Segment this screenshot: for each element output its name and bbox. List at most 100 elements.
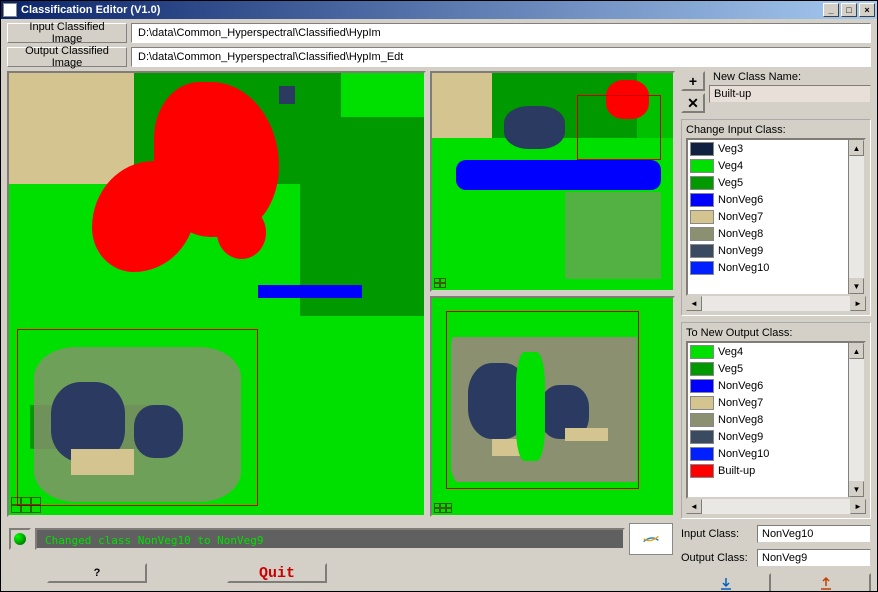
class-color-swatch — [690, 159, 714, 173]
class-color-swatch — [690, 261, 714, 275]
class-list-item[interactable]: NonVeg9 — [688, 428, 848, 445]
input-class-title: Change Input Class: — [686, 124, 866, 136]
class-list-item[interactable]: NonVeg7 — [688, 394, 848, 411]
class-name-label: NonVeg6 — [718, 380, 763, 392]
class-name-label: NonVeg10 — [718, 448, 769, 460]
output-class-panel: To New Output Class: Veg4 Veg5 NonVeg6 NonV… — [681, 322, 871, 519]
action-row — [681, 573, 871, 591]
nav-grid-icon — [434, 503, 452, 513]
undo-button[interactable] — [781, 573, 871, 591]
class-name-label: NonVeg8 — [718, 228, 763, 240]
minimize-button[interactable]: _ — [823, 3, 839, 17]
class-list-item[interactable]: Veg4 — [688, 343, 848, 360]
scroll-up-icon[interactable]: ▲ — [849, 343, 864, 359]
scrollbar-horizontal[interactable]: ◄► — [686, 498, 866, 514]
class-list-item[interactable]: NonVeg7 — [688, 208, 848, 225]
class-color-swatch — [690, 379, 714, 393]
add-class-button[interactable]: + — [681, 71, 705, 91]
class-color-swatch — [690, 193, 714, 207]
scrollbar-vertical[interactable]: ▲▼ — [848, 140, 864, 294]
class-name-label: NonVeg7 — [718, 211, 763, 223]
input-path-field[interactable]: D:\data\Common_Hyperspectral\Classified\… — [131, 23, 871, 43]
scroll-left-icon[interactable]: ◄ — [686, 499, 702, 514]
undo-icon — [818, 576, 834, 591]
output-class-field[interactable]: NonVeg9 — [757, 549, 871, 567]
class-list-item[interactable]: Veg3 — [688, 140, 848, 157]
class-list-item[interactable]: NonVeg10 — [688, 259, 848, 276]
class-name-label: NonVeg9 — [718, 245, 763, 257]
new-class-box: New Class Name: Built-up — [709, 71, 871, 103]
nav-grid-icon — [434, 278, 446, 288]
input-path-row: Input Classified Image D:\data\Common_Hy… — [1, 19, 877, 47]
quit-button[interactable]: Quit — [227, 563, 327, 583]
output-path-field[interactable]: D:\data\Common_Hyperspectral\Classified\… — [131, 47, 871, 67]
close-button[interactable]: × — [859, 3, 875, 17]
preview-column — [430, 71, 675, 517]
scroll-right-icon[interactable]: ► — [850, 499, 866, 514]
scroll-down-icon[interactable]: ▼ — [849, 481, 864, 497]
output-class-list: Veg4 Veg5 NonVeg6 NonVeg7 NonVeg8 NonVeg9 NonV… — [686, 341, 866, 499]
status-row: Changed class NonVeg10 to NonVeg9 — [7, 521, 675, 557]
class-editor-column: + ✕ New Class Name: Built-up Change Inpu… — [681, 71, 871, 585]
swoosh-icon — [643, 531, 659, 547]
class-name-label: NonVeg8 — [718, 414, 763, 426]
class-list-item[interactable]: NonVeg10 — [688, 445, 848, 462]
class-name-label: Veg3 — [718, 143, 743, 155]
help-button[interactable]: ? — [47, 563, 147, 583]
class-name-label: NonVeg7 — [718, 397, 763, 409]
class-list-item[interactable]: Veg4 — [688, 157, 848, 174]
class-list-item[interactable]: NonVeg6 — [688, 191, 848, 208]
class-name-label: NonVeg6 — [718, 194, 763, 206]
main-classified-view[interactable] — [7, 71, 426, 517]
zoom-image-view[interactable] — [430, 296, 675, 517]
input-class-field[interactable]: NonVeg10 — [757, 525, 871, 543]
class-list-item[interactable]: Veg5 — [688, 360, 848, 377]
output-class-label: Output Class: — [681, 552, 751, 564]
output-class-title: To New Output Class: — [686, 327, 866, 339]
class-list-item[interactable]: NonVeg8 — [688, 411, 848, 428]
new-class-row: + ✕ New Class Name: Built-up — [681, 71, 871, 113]
status-message: Changed class NonVeg10 to NonVeg9 — [35, 528, 625, 550]
new-class-input[interactable]: Built-up — [709, 85, 871, 103]
maximize-button[interactable]: □ — [841, 3, 857, 17]
overview-image-view[interactable] — [430, 71, 675, 292]
class-color-swatch — [690, 413, 714, 427]
class-color-swatch — [690, 447, 714, 461]
class-color-swatch — [690, 345, 714, 359]
zoom-map — [432, 298, 673, 515]
input-class-label: Input Class: — [681, 528, 751, 540]
apply-button[interactable] — [681, 573, 771, 591]
scroll-left-icon[interactable]: ◄ — [686, 296, 702, 311]
scrollbar-horizontal[interactable]: ◄► — [686, 295, 866, 311]
class-name-label: Veg5 — [718, 363, 743, 375]
class-color-swatch — [690, 244, 714, 258]
class-list-item[interactable]: Built-up — [688, 462, 848, 479]
class-name-label: Veg4 — [718, 346, 743, 358]
scrollbar-vertical[interactable]: ▲▼ — [848, 343, 864, 497]
output-path-label: Output Classified Image — [7, 47, 127, 67]
input-path-label: Input Classified Image — [7, 23, 127, 43]
class-color-swatch — [690, 396, 714, 410]
class-list-item[interactable]: NonVeg8 — [688, 225, 848, 242]
title-bar: Classification Editor (V1.0) _ □ × — [1, 1, 877, 19]
add-remove-buttons: + ✕ — [681, 71, 705, 113]
output-class-row: Output Class: NonVeg9 — [681, 549, 871, 567]
class-name-label: NonVeg9 — [718, 431, 763, 443]
class-color-swatch — [690, 176, 714, 190]
scroll-down-icon[interactable]: ▼ — [849, 278, 864, 294]
class-list-item[interactable]: NonVeg6 — [688, 377, 848, 394]
input-class-panel: Change Input Class: Veg3 Veg4Veg5 NonVeg6 N… — [681, 119, 871, 316]
class-color-swatch — [690, 362, 714, 376]
class-list-item[interactable]: Veg5 — [688, 174, 848, 191]
scroll-right-icon[interactable]: ► — [850, 296, 866, 311]
class-name-label: Built-up — [718, 465, 755, 477]
nav-grid-icon — [11, 497, 41, 513]
logo-icon — [629, 523, 673, 555]
input-class-list: Veg3 Veg4Veg5 NonVeg6 NonVeg7 NonVeg8 NonVeg9… — [686, 138, 866, 296]
image-row — [7, 71, 675, 517]
remove-class-button[interactable]: ✕ — [681, 93, 705, 113]
class-list-item[interactable]: NonVeg9 — [688, 242, 848, 259]
image-column: Changed class NonVeg10 to NonVeg9 ? Quit — [7, 71, 675, 585]
scroll-up-icon[interactable]: ▲ — [849, 140, 864, 156]
class-color-swatch — [690, 430, 714, 444]
